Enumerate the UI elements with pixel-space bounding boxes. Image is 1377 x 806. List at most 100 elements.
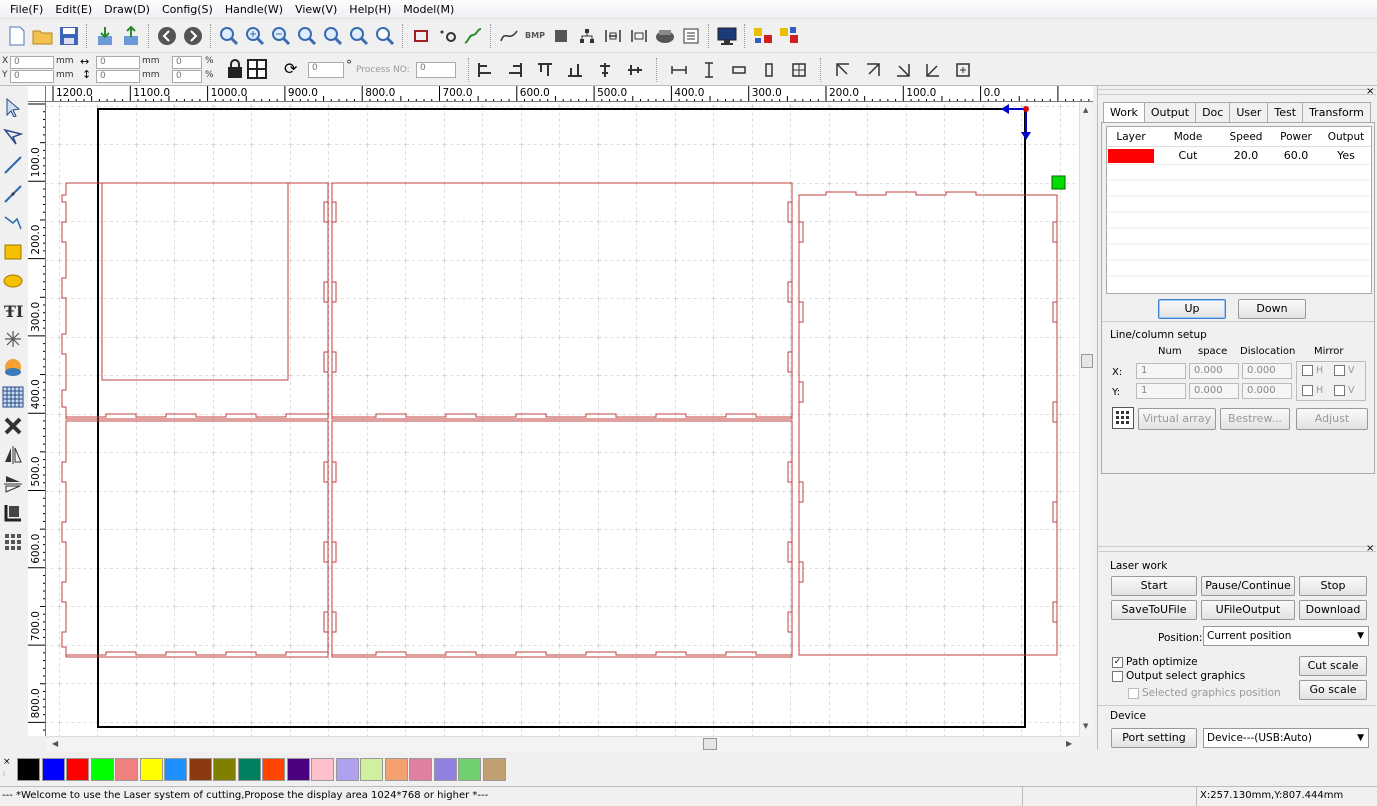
bestrew-button[interactable]: Bestrew...	[1220, 408, 1290, 430]
x-percent-input[interactable]: 0	[172, 56, 202, 69]
text-icon[interactable]: ŦI	[1, 295, 25, 324]
palette-swatch[interactable]	[90, 757, 114, 781]
menu-help[interactable]: Help(H)	[343, 0, 397, 19]
menu-file[interactable]: File(F)	[4, 0, 49, 19]
palette-swatch[interactable]	[17, 757, 40, 781]
menu-view[interactable]: View(V)	[289, 0, 343, 19]
move-bottom-right-icon[interactable]	[890, 57, 916, 83]
scroll-left-icon[interactable]: ◀	[52, 739, 58, 748]
lock-icon[interactable]	[226, 59, 244, 79]
x-position-input[interactable]: 0	[10, 56, 54, 69]
position-select[interactable]: Current position ▼	[1203, 626, 1369, 646]
redo-icon[interactable]	[180, 23, 206, 49]
node-edit-icon[interactable]	[1, 121, 25, 150]
palette-swatch[interactable]	[433, 757, 457, 781]
y-num-input[interactable]: 1	[1136, 383, 1186, 399]
layer-color-icon[interactable]	[750, 23, 776, 49]
selected-position-checkbox[interactable]: Selected graphics position	[1128, 687, 1281, 699]
move-top-right-icon[interactable]	[860, 57, 886, 83]
point-icon[interactable]	[434, 23, 460, 49]
path-optimize-checkbox[interactable]: ✓ Path optimize	[1112, 656, 1198, 668]
palette-swatch[interactable]	[115, 757, 138, 781]
fill-square-icon[interactable]	[548, 23, 574, 49]
virtual-array-button[interactable]: Virtual array	[1138, 408, 1216, 430]
dot-icon[interactable]	[1, 324, 25, 353]
pen-icon[interactable]	[460, 23, 486, 49]
mirror-h-icon[interactable]	[1, 440, 25, 469]
zoom-data-icon[interactable]	[346, 23, 372, 49]
cut-scale-button[interactable]: Cut scale	[1299, 656, 1367, 676]
palette-swatch[interactable]	[384, 757, 408, 781]
y-dislocation-input[interactable]: 0.000	[1242, 383, 1292, 399]
distribute-v-icon[interactable]	[626, 23, 652, 49]
close-palette-icon[interactable]: ×	[3, 757, 11, 767]
x-dislocation-input[interactable]: 0.000	[1242, 363, 1292, 379]
align-right-icon[interactable]	[502, 57, 528, 83]
layout-icon[interactable]	[1, 498, 25, 527]
zoom-page-icon[interactable]	[294, 23, 320, 49]
close-laser-panel-icon[interactable]: ×	[1366, 543, 1374, 554]
save-to-ufile-button[interactable]: SaveToUFile	[1111, 600, 1197, 620]
laser-head-position-marker[interactable]	[1051, 175, 1066, 190]
image-icon[interactable]	[1, 353, 25, 382]
delete-x-icon[interactable]	[1, 411, 25, 440]
same-width-icon[interactable]	[666, 57, 692, 83]
distribute-h-icon[interactable]	[600, 23, 626, 49]
y-position-input[interactable]: 0	[10, 70, 54, 83]
mirror-v-icon[interactable]	[1, 469, 25, 498]
center-all-icon[interactable]	[786, 57, 812, 83]
align-top-icon[interactable]	[532, 57, 558, 83]
zoom-out-icon[interactable]	[268, 23, 294, 49]
output-select-checkbox[interactable]: Output select graphics	[1112, 670, 1245, 682]
zoom-window-icon[interactable]	[372, 23, 398, 49]
open-folder-icon[interactable]	[30, 23, 56, 49]
palette-swatch[interactable]	[262, 757, 285, 781]
device-select[interactable]: Device---(USB:Auto) ▼	[1203, 728, 1369, 748]
layer-order-icon[interactable]	[776, 23, 802, 49]
menu-config[interactable]: Config(S)	[156, 0, 219, 19]
palette-swatch[interactable]	[41, 757, 65, 781]
scroll-right-icon[interactable]: ▶	[1066, 739, 1072, 748]
move-top-left-icon[interactable]	[830, 57, 856, 83]
rotate-icon[interactable]: ⟳	[284, 60, 302, 78]
palette-swatch[interactable]	[66, 757, 89, 781]
bmp-icon[interactable]: BMP	[522, 23, 548, 49]
new-file-icon[interactable]	[4, 23, 30, 49]
x-size-input[interactable]: 0	[96, 56, 140, 69]
y-percent-input[interactable]: 0	[172, 70, 202, 83]
save-icon[interactable]	[56, 23, 82, 49]
x-num-input[interactable]: 1	[1136, 363, 1186, 379]
pause-continue-button[interactable]: Pause/Continue	[1201, 576, 1295, 596]
layer-row[interactable]: Cut 20.0 60.0 Yes	[1107, 147, 1371, 165]
frame-icon[interactable]	[408, 23, 434, 49]
work-canvas[interactable]	[46, 102, 1079, 736]
x-mirror-h[interactable]: H	[1302, 365, 1323, 376]
curve-tool-icon[interactable]	[1, 208, 25, 237]
ellipse-icon[interactable]	[1, 266, 25, 295]
rectangle-icon[interactable]	[1, 237, 25, 266]
rotate-input[interactable]: 0	[308, 62, 344, 78]
palette-swatch[interactable]	[360, 757, 383, 781]
tab-doc[interactable]: Doc	[1195, 102, 1231, 122]
horizontal-scroll-thumb[interactable]	[703, 738, 717, 750]
start-button[interactable]: Start	[1111, 576, 1197, 596]
menu-draw[interactable]: Draw(D)	[98, 0, 156, 19]
zoom-all-icon[interactable]	[320, 23, 346, 49]
polyline-icon[interactable]	[1, 179, 25, 208]
palette-swatch[interactable]	[286, 757, 310, 781]
node-icon[interactable]	[574, 23, 600, 49]
tab-transform[interactable]: Transform	[1302, 102, 1371, 122]
vertical-scrollbar[interactable]: ▲ ▼	[1079, 102, 1093, 736]
palette-swatch[interactable]	[139, 757, 163, 781]
array-layout-icon[interactable]	[1112, 407, 1134, 429]
tab-user[interactable]: User	[1229, 102, 1269, 122]
horizontal-scrollbar[interactable]: ◀ ▶	[46, 736, 1079, 752]
menu-edit[interactable]: Edit(E)	[49, 0, 98, 19]
stop-button[interactable]: Stop	[1299, 576, 1367, 596]
zoom-in-icon[interactable]	[242, 23, 268, 49]
same-height-icon[interactable]	[696, 57, 722, 83]
scroll-down-icon[interactable]: ▼	[1083, 722, 1088, 730]
port-setting-button[interactable]: Port setting	[1111, 728, 1197, 748]
x-space-input[interactable]: 0.000	[1189, 363, 1239, 379]
ufile-output-button[interactable]: UFileOutput	[1201, 600, 1295, 620]
